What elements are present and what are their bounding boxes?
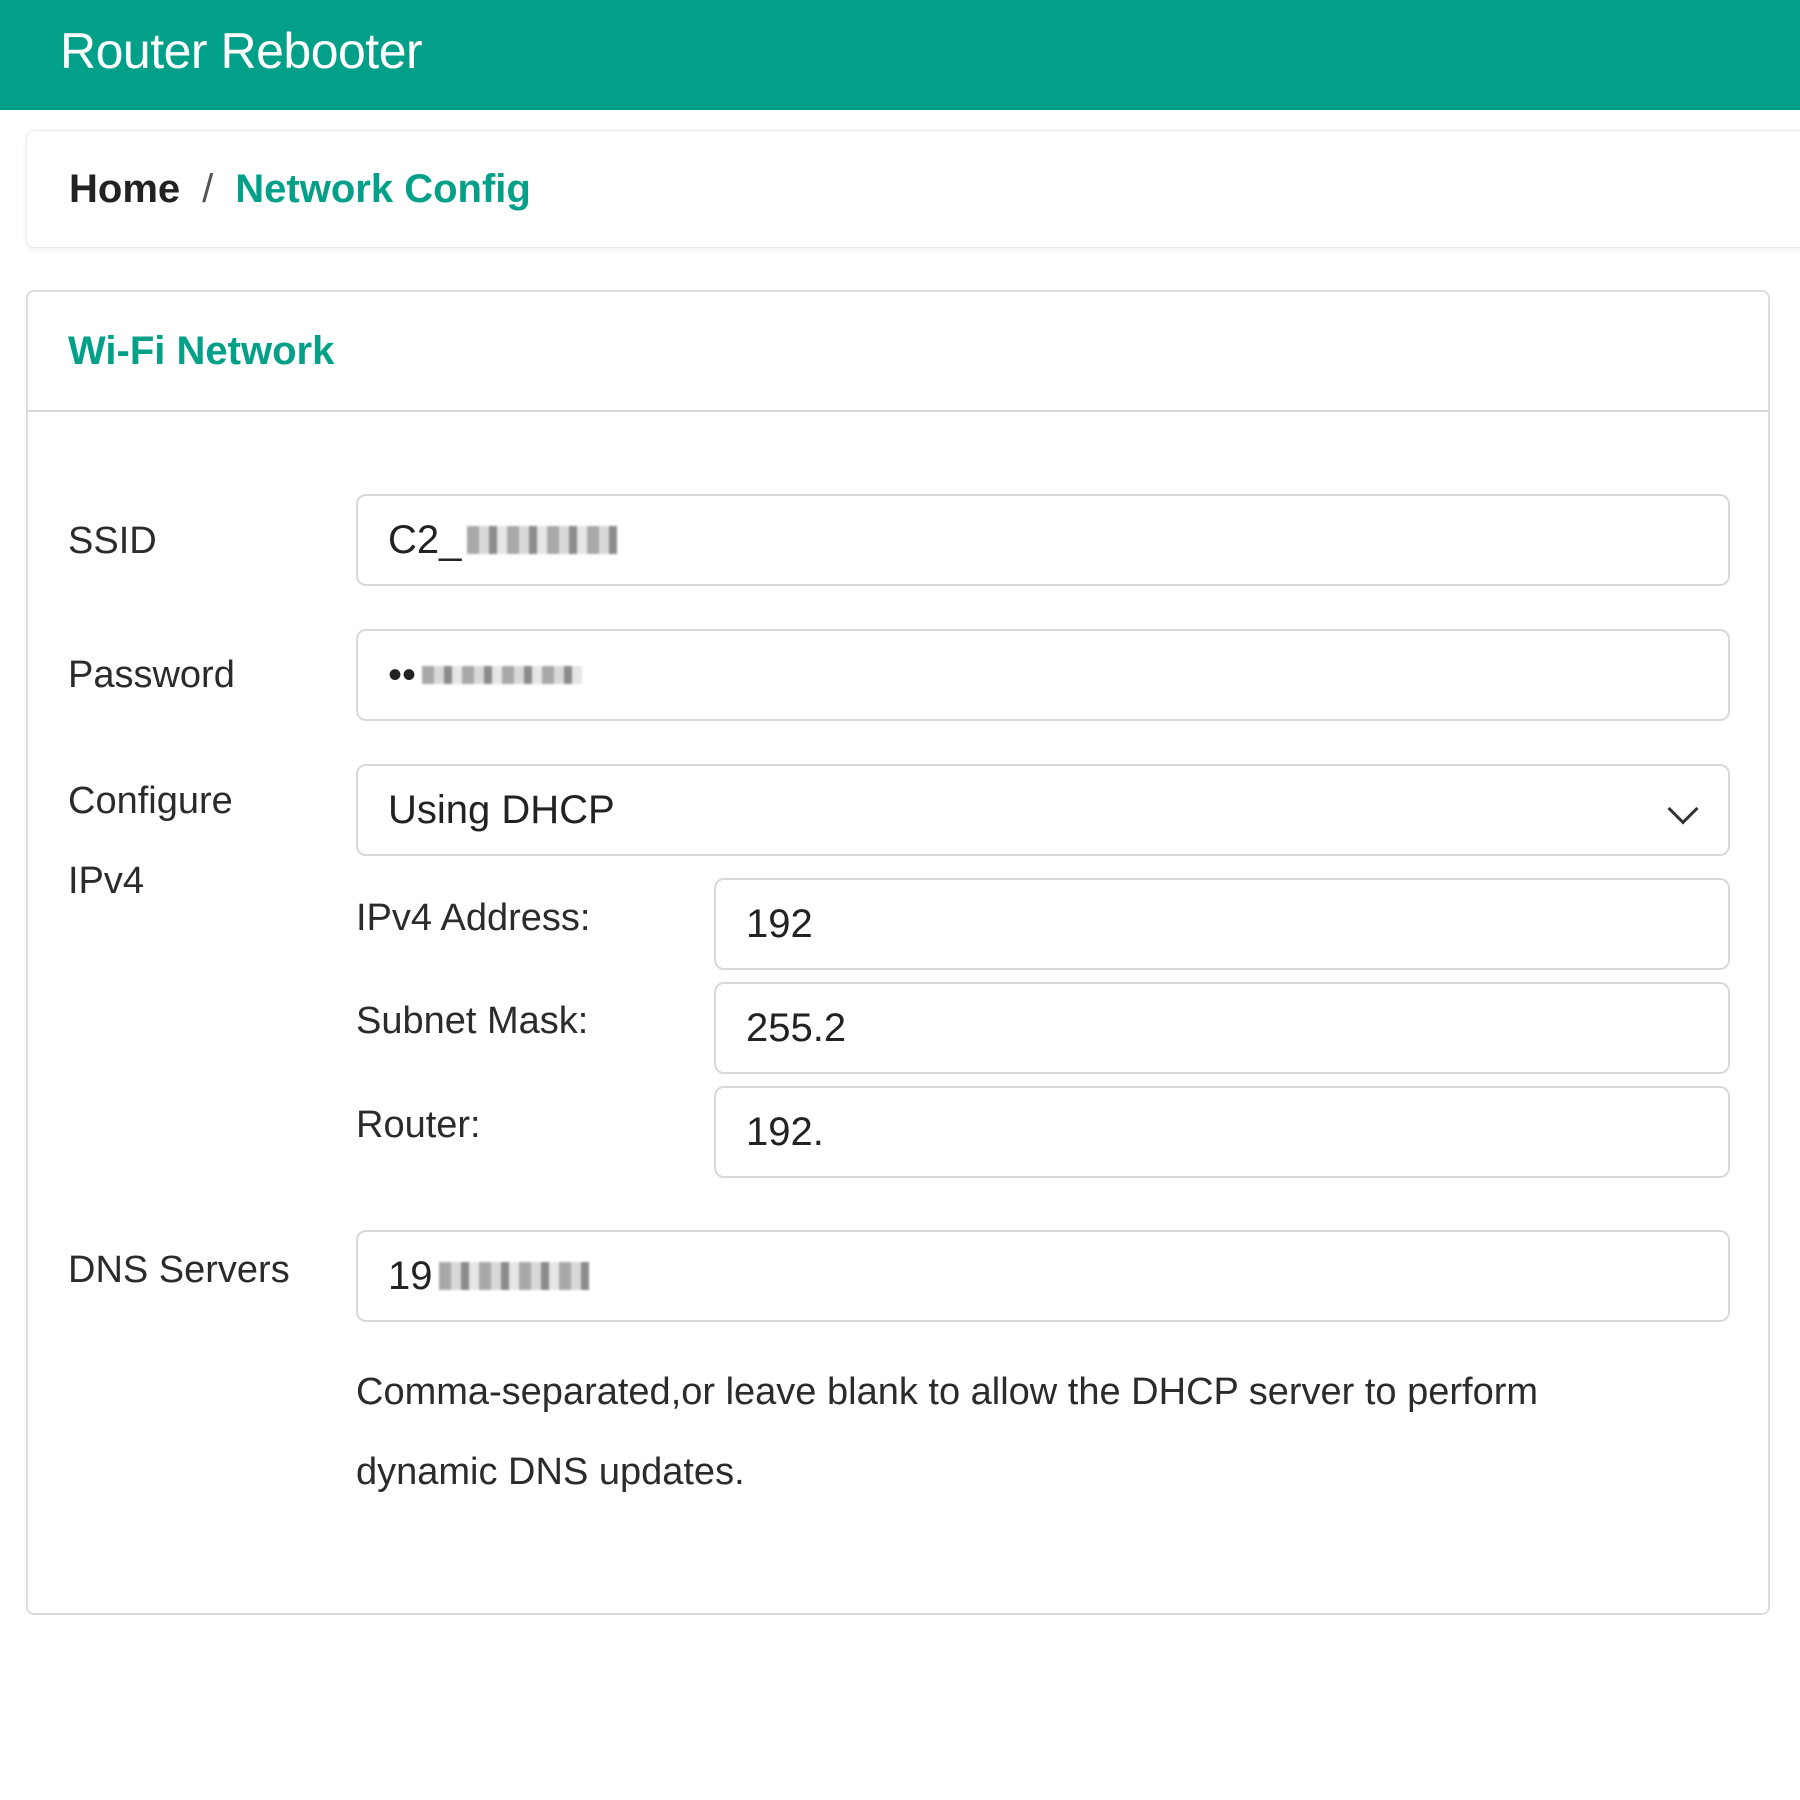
router-label: Router: — [356, 1104, 481, 1146]
dns-help-text: Comma-separated,or leave blank to allow … — [356, 1371, 1539, 1493]
password-input[interactable]: •• — [356, 629, 1730, 721]
redacted-blur — [438, 1262, 589, 1290]
card-header: Wi-Fi Network — [28, 292, 1768, 412]
router-value: 192. — [746, 1109, 824, 1154]
ssid-label: SSID — [68, 520, 157, 562]
configure-ipv4-select[interactable]: Using DHCP — [356, 764, 1730, 856]
router-input[interactable]: 192. — [714, 1086, 1730, 1178]
configure-ipv4-selected: Using DHCP — [388, 787, 615, 832]
password-label: Password — [68, 654, 235, 696]
dns-servers-value: 19 — [388, 1253, 433, 1298]
breadcrumb: Home / Network Config — [26, 130, 1800, 248]
ssid-input[interactable]: C2_ — [356, 494, 1730, 586]
ipv4-address-value: 192 — [746, 901, 813, 946]
dns-servers-input[interactable]: 19 — [356, 1230, 1730, 1322]
ssid-value: C2_ — [388, 517, 462, 562]
app-title: Router Rebooter — [60, 23, 423, 79]
breadcrumb-separator: / — [202, 166, 214, 211]
subnet-mask-value: 255.2 — [746, 1005, 847, 1050]
breadcrumb-current: Network Config — [235, 166, 531, 211]
top-bar: Router Rebooter — [0, 0, 1800, 110]
wifi-network-card: Wi-Fi Network SSID C2_ Password •• Confi… — [26, 290, 1770, 1615]
configure-ipv4-label-line2: IPv4 — [68, 860, 145, 902]
ipv4-address-label: IPv4 Address: — [356, 897, 591, 939]
redacted-blur — [467, 526, 618, 554]
subnet-mask-input[interactable]: 255.2 — [714, 982, 1730, 1074]
password-value: •• — [388, 652, 417, 697]
redacted-blur — [422, 666, 583, 684]
configure-ipv4-label: Configure — [68, 780, 233, 822]
ipv4-address-input[interactable]: 192 — [714, 878, 1730, 970]
chevron-down-icon — [1667, 793, 1699, 825]
subnet-mask-label: Subnet Mask: — [356, 1000, 589, 1042]
breadcrumb-home-link[interactable]: Home — [69, 167, 180, 212]
card-title: Wi-Fi Network — [68, 328, 335, 373]
dns-servers-label: DNS Servers — [68, 1249, 290, 1291]
